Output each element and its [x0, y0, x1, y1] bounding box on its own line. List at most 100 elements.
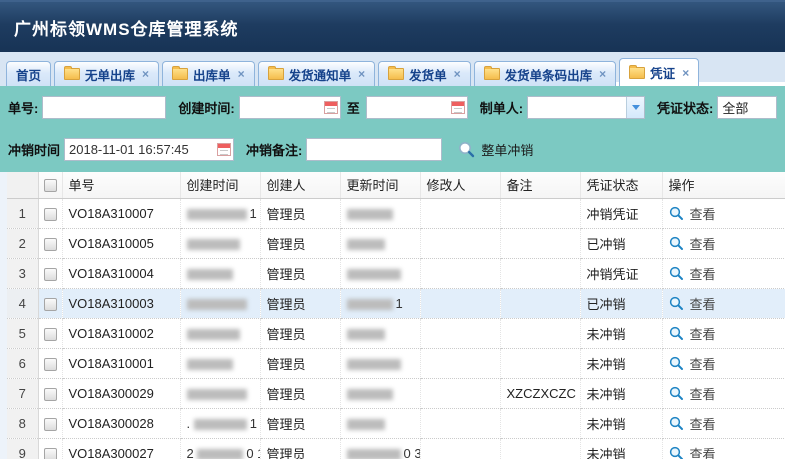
- tab-发货单[interactable]: 发货单 ×: [378, 61, 471, 86]
- masked-text: [197, 449, 243, 459]
- table-row[interactable]: 6VO18A310001管理员未冲销查看: [7, 348, 785, 378]
- tab-无单出库[interactable]: 无单出库×: [54, 61, 159, 86]
- cell-action: 查看: [662, 318, 785, 348]
- cell-modifier: [420, 438, 500, 459]
- cell-update-time: [340, 348, 420, 378]
- cell-status: 冲销凭证: [580, 258, 662, 288]
- row-checkbox[interactable]: [44, 298, 57, 311]
- magnifier-icon: [669, 206, 684, 221]
- cell-status: 未冲销: [580, 318, 662, 348]
- tab-label: 凭证: [650, 63, 675, 82]
- table-row[interactable]: 1VO18A3100071管理员冲销凭证查看: [7, 198, 785, 228]
- cell-action: 查看: [662, 378, 785, 408]
- chevron-down-icon: [626, 97, 644, 118]
- calendar-icon[interactable]: [324, 101, 338, 114]
- cell-create-time: [180, 258, 260, 288]
- cell-creator: 管理员: [260, 378, 340, 408]
- select-all-checkbox[interactable]: [44, 179, 57, 192]
- cell-status: 未冲销: [580, 348, 662, 378]
- writeoff-time-input[interactable]: [64, 138, 234, 161]
- cell-order-no: VO18A310001: [62, 348, 180, 378]
- view-button[interactable]: 查看: [669, 294, 785, 313]
- view-button[interactable]: 查看: [669, 384, 785, 403]
- create-time-to-field: [366, 96, 468, 119]
- table-row[interactable]: 9VO18A3000272 0 1管理员0 3未冲销查看: [7, 438, 785, 459]
- view-button[interactable]: 查看: [669, 204, 785, 223]
- tab-发货单条码出库[interactable]: 发货单条码出库×: [474, 61, 617, 86]
- cell-update-time: [340, 408, 420, 438]
- tab-close-icon[interactable]: ×: [142, 67, 149, 81]
- cell-order-no: VO18A310002: [62, 318, 180, 348]
- view-button[interactable]: 查看: [669, 414, 785, 433]
- row-checkbox[interactable]: [44, 238, 57, 251]
- row-checkbox-cell: [38, 348, 62, 378]
- masked-text: [187, 329, 240, 340]
- row-checkbox[interactable]: [44, 358, 57, 371]
- cell-action: 查看: [662, 438, 785, 459]
- column-header-备注: 备注: [500, 172, 580, 198]
- calendar-icon[interactable]: [217, 143, 231, 156]
- view-button[interactable]: 查看: [669, 264, 785, 283]
- row-checkbox[interactable]: [44, 268, 57, 281]
- writeoff-remark-input[interactable]: [306, 138, 442, 161]
- search-icon: [458, 141, 475, 158]
- table-row[interactable]: 2VO18A310005管理员已冲销查看: [7, 228, 785, 258]
- table-row[interactable]: 8VO18A300028. 1管理员未冲销查看: [7, 408, 785, 438]
- calendar-icon[interactable]: [451, 101, 465, 114]
- app-title: 广州标领WMS仓库管理系统: [14, 15, 239, 40]
- cell-creator: 管理员: [260, 408, 340, 438]
- row-checkbox[interactable]: [44, 448, 57, 459]
- cell-remark: [500, 198, 580, 228]
- table-row[interactable]: 7VO18A300029管理员XZCZXCZC未冲销查看: [7, 378, 785, 408]
- tab-close-icon[interactable]: ×: [454, 67, 461, 81]
- filter-row-1: 单号: 创建时间: 至 制单人: 凭证状态: 全部: [8, 94, 777, 120]
- tab-close-icon[interactable]: ×: [599, 67, 606, 81]
- maker-label: 制单人:: [480, 98, 523, 117]
- view-label: 查看: [690, 264, 716, 283]
- masked-fragment: 0 3: [404, 446, 421, 459]
- table-row[interactable]: 5VO18A310002管理员未冲销查看: [7, 318, 785, 348]
- cell-status: 未冲销: [580, 408, 662, 438]
- filter-panel: 单号: 创建时间: 至 制单人: 凭证状态: 全部 冲销时间: [0, 86, 785, 172]
- voucher-status-select[interactable]: 全部: [717, 96, 777, 119]
- tab-label: 发货单: [409, 65, 447, 84]
- voucher-status-value: 全部: [718, 97, 776, 118]
- order-no-input[interactable]: [42, 96, 166, 119]
- masked-text: [347, 389, 393, 400]
- cell-update-time: [340, 378, 420, 408]
- maker-select[interactable]: [527, 96, 645, 119]
- table-row[interactable]: 3VO18A310004管理员冲销凭证查看: [7, 258, 785, 288]
- row-checkbox[interactable]: [44, 328, 57, 341]
- writeoff-whole-order-button[interactable]: 整单冲销: [458, 140, 533, 159]
- tab-发货通知单[interactable]: 发货通知单 ×: [258, 61, 376, 86]
- view-button[interactable]: 查看: [669, 444, 785, 459]
- magnifier-icon: [669, 266, 684, 281]
- table-row[interactable]: 4VO18A310003管理员1已冲销查看: [7, 288, 785, 318]
- cell-update-time: [340, 228, 420, 258]
- row-checkbox[interactable]: [44, 388, 57, 401]
- cell-create-time: 1: [180, 198, 260, 228]
- cell-modifier: [420, 228, 500, 258]
- cell-order-no: VO18A310003: [62, 288, 180, 318]
- row-checkbox[interactable]: [44, 418, 57, 431]
- tab-close-icon[interactable]: ×: [358, 67, 365, 81]
- cell-update-time: [340, 318, 420, 348]
- view-button[interactable]: 查看: [669, 354, 785, 373]
- cell-order-no: VO18A300029: [62, 378, 180, 408]
- tab-close-icon[interactable]: ×: [238, 67, 245, 81]
- cell-modifier: [420, 378, 500, 408]
- cell-order-no: VO18A310007: [62, 198, 180, 228]
- tab-首页[interactable]: 首页: [6, 61, 51, 86]
- tab-close-icon[interactable]: ×: [682, 66, 689, 80]
- row-checkbox[interactable]: [44, 208, 57, 221]
- row-number: 7: [7, 378, 38, 408]
- create-time-from-field: [239, 96, 341, 119]
- cell-action: 查看: [662, 258, 785, 288]
- view-button[interactable]: 查看: [669, 234, 785, 253]
- tab-label: 发货通知单: [289, 65, 352, 84]
- tab-凭证[interactable]: 凭证 ×: [619, 58, 699, 86]
- cell-modifier: [420, 198, 500, 228]
- cell-remark: [500, 318, 580, 348]
- view-button[interactable]: 查看: [669, 324, 785, 343]
- tab-出库单[interactable]: 出库单×: [162, 61, 255, 86]
